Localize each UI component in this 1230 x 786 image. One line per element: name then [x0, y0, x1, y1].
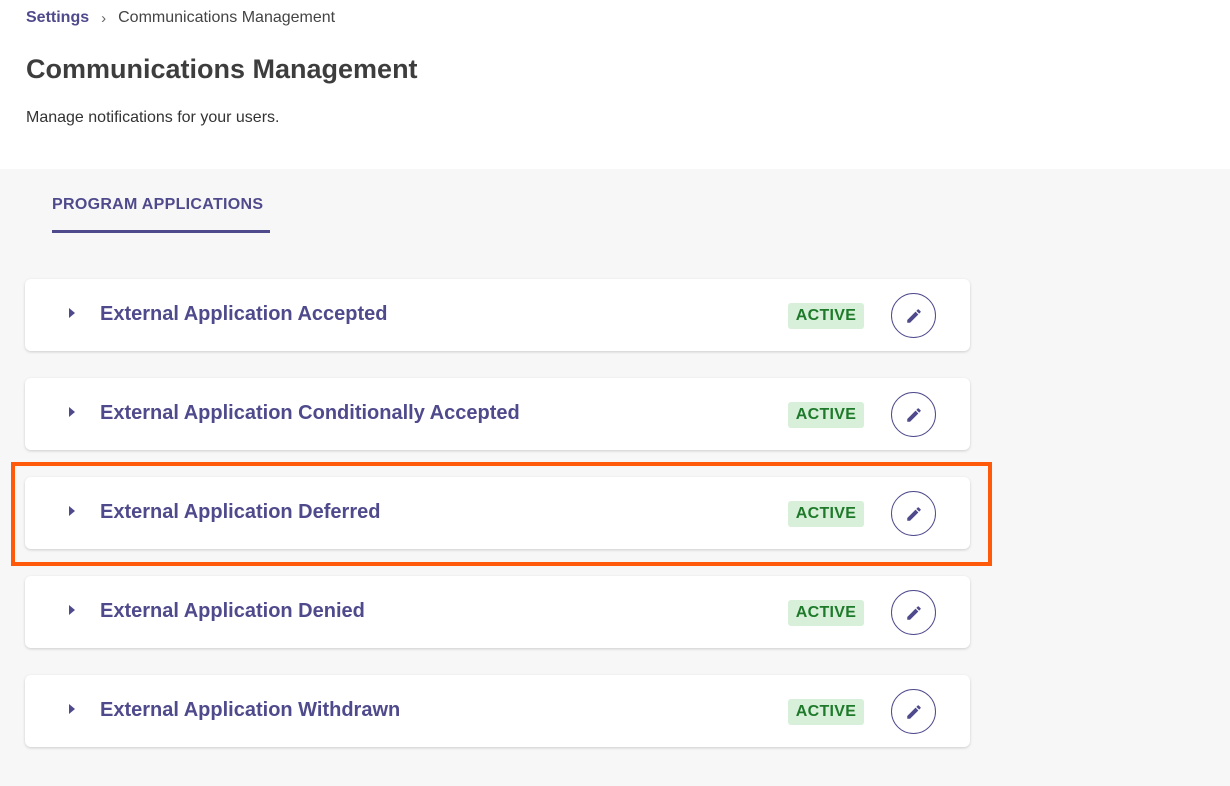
notification-card[interactable]: External Application Denied ACTIVE: [25, 576, 970, 648]
caret-right-icon[interactable]: [69, 506, 75, 516]
notification-title: External Application Conditionally Accep…: [100, 402, 520, 424]
notification-card[interactable]: External Application Deferred ACTIVE: [25, 477, 970, 549]
page-title: Communications Management: [26, 54, 418, 84]
page-header: Settings › Communications Management Com…: [0, 0, 1230, 169]
caret-right-icon[interactable]: [69, 407, 75, 417]
tab-label: PROGRAM APPLICATIONS: [52, 196, 264, 213]
breadcrumb: Settings › Communications Management: [26, 9, 335, 27]
notification-card[interactable]: External Application Accepted ACTIVE: [25, 279, 970, 351]
caret-right-icon[interactable]: [69, 308, 75, 318]
edit-button[interactable]: [891, 590, 936, 635]
breadcrumb-current: Communications Management: [118, 9, 336, 26]
notification-title: External Application Deferred: [100, 501, 381, 523]
chevron-right-icon: ›: [101, 9, 107, 27]
breadcrumb-settings-link[interactable]: Settings: [26, 9, 89, 27]
page-subtitle: Manage notifications for your users.: [26, 109, 280, 126]
caret-right-icon[interactable]: [69, 605, 75, 615]
edit-button[interactable]: [891, 293, 936, 338]
tab-program-applications[interactable]: PROGRAM APPLICATIONS: [52, 196, 270, 233]
notification-title: External Application Withdrawn: [100, 699, 401, 721]
status-badge: ACTIVE: [788, 501, 864, 527]
notification-title: External Application Accepted: [100, 303, 388, 325]
status-badge: ACTIVE: [788, 699, 864, 725]
pencil-icon: [906, 308, 921, 323]
status-badge: ACTIVE: [788, 402, 864, 428]
pencil-icon: [906, 704, 921, 719]
edit-button[interactable]: [891, 491, 936, 536]
edit-button[interactable]: [891, 392, 936, 437]
pencil-icon: [906, 605, 921, 620]
status-badge: ACTIVE: [788, 303, 864, 329]
notification-title: External Application Denied: [100, 600, 365, 622]
status-badge: ACTIVE: [788, 600, 864, 626]
pencil-icon: [906, 407, 921, 422]
notification-card[interactable]: External Application Withdrawn ACTIVE: [25, 675, 970, 747]
caret-right-icon[interactable]: [69, 704, 75, 714]
notification-card[interactable]: External Application Conditionally Accep…: [25, 378, 970, 450]
edit-button[interactable]: [891, 689, 936, 734]
pencil-icon: [906, 506, 921, 521]
